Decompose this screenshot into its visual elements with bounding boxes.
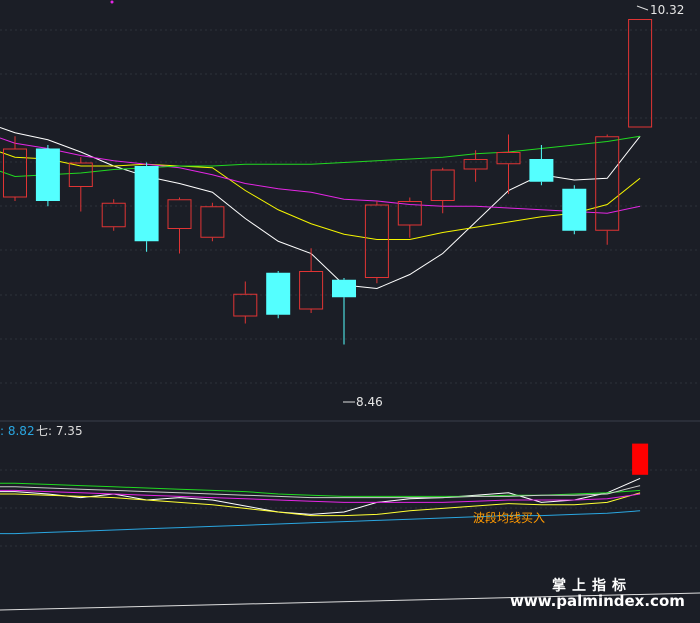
candle (68, 157, 93, 212)
indicator-value-1: : 8.82 (0, 424, 35, 438)
candle (529, 145, 554, 186)
candle (233, 281, 258, 324)
top-marker-dot (110, 0, 114, 4)
candle (3, 136, 27, 201)
candle-body-up (299, 271, 324, 310)
indicator-value-2: 七: 7.35 (36, 424, 83, 438)
candle-body-up (3, 148, 27, 198)
candle-body-up (101, 202, 126, 228)
candle (595, 134, 620, 245)
low-label: 8.46 (356, 395, 383, 409)
candle-body-up (200, 206, 225, 238)
candle (200, 202, 225, 242)
candle-body-down (35, 148, 60, 201)
candle-body-up (463, 159, 488, 170)
candle-body-down (562, 188, 587, 231)
candle (332, 278, 356, 345)
ma-line-1 (0, 127, 641, 290)
candle-body-down (266, 272, 291, 315)
candle-body-up (68, 162, 93, 187)
candlesticks (3, 19, 653, 345)
high-annotation: 10.32 (636, 3, 684, 17)
candle (496, 134, 521, 194)
candle (35, 145, 60, 207)
high-arrow-line (636, 5, 649, 11)
indicator-line-1 (0, 477, 641, 515)
candle (628, 19, 653, 128)
candle-body-up (628, 19, 653, 128)
candle (101, 199, 126, 231)
candle (562, 185, 587, 235)
low-annotation: 8.46 (343, 395, 383, 409)
candle (266, 271, 291, 319)
candle-body-up (167, 199, 192, 229)
candle-body-up (430, 169, 455, 201)
candle (299, 248, 324, 313)
buy-signal-label: 波段均线买入 (473, 510, 545, 525)
candle (364, 201, 389, 284)
candle-body-down (134, 166, 159, 242)
candle (134, 162, 159, 252)
watermark-line-2: www.palmindex.com (510, 592, 685, 610)
candle-body-down (529, 159, 554, 182)
candle-body-down (332, 279, 356, 298)
moving-average-lines (0, 127, 641, 290)
signal-bars (632, 443, 649, 475)
candle-body-up (233, 293, 258, 317)
stock-chart: 10.32 8.46 : 8.82 七: 7.35 波段均线买入 掌上指标 ww… (0, 0, 700, 611)
high-label: 10.32 (650, 3, 684, 17)
candle-body-up (595, 136, 620, 231)
candle-body-up (364, 204, 389, 278)
buy-signal-bar (632, 443, 649, 475)
